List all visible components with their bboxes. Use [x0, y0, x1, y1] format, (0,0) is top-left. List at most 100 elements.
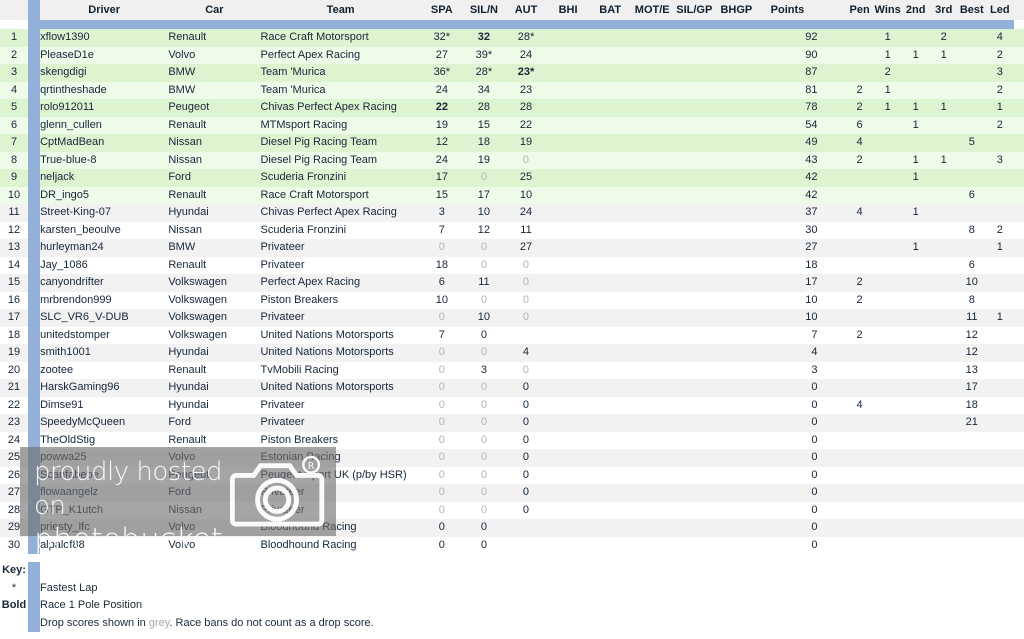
table-row[interactable]: 17 SLC_VR6_V-DUB Volkswagen Privateer 0 10 0 10… [0, 309, 1024, 327]
row-car: Nissan [168, 501, 261, 519]
row-score-bhgp [715, 291, 758, 309]
header-round-mot-e[interactable]: MOT/E [631, 0, 674, 20]
row-tail [1013, 431, 1024, 449]
row-car: Renault [168, 116, 261, 134]
header-round-aut[interactable]: AUT [504, 0, 548, 20]
row-score-spa: 0 [420, 309, 463, 327]
row-team: TvMobili Racing [260, 361, 421, 379]
table-row[interactable]: 27 flowaangelz Ford Privateer 0 0 0 0 [0, 484, 1024, 502]
table-row[interactable]: 10 DR_ingo5 Renault Race Craft Motorsport 15… [0, 186, 1024, 204]
header-round-bhi[interactable]: BHI [547, 0, 590, 20]
table-row[interactable]: 15 canyondrifter Volkswagen Perfect Apex Ra… [0, 274, 1024, 292]
header-stat-2nd[interactable]: 2nd [901, 0, 930, 20]
row-points: 0 [757, 466, 818, 484]
row-score-bhgp [715, 116, 758, 134]
key-gutter-cell [28, 562, 40, 580]
row-position: 3 [0, 64, 29, 82]
row-gutter [28, 309, 41, 327]
row-score-mot-e [631, 536, 674, 554]
row-score-bat [589, 239, 632, 257]
row-score-sil-gp [673, 99, 716, 117]
band-cell [0, 20, 29, 29]
table-row[interactable]: 16 mrbrendon999 Volkswagen Piston Breakers 1… [0, 291, 1024, 309]
row-score-bhi [547, 466, 590, 484]
row-score-aut [504, 519, 548, 537]
row-stat-2nd [901, 134, 930, 152]
row-spacer [817, 46, 846, 64]
table-row[interactable]: 8 True-blue-8 Nissan Diesel Pig Racing Team… [0, 151, 1024, 169]
table-row[interactable]: 20 zootee Renault TvMobili Racing 0 3 0 3 13 [0, 361, 1024, 379]
table-row[interactable]: 4 qrtintheshade BMW Team 'Murica 24 34 23 81 2 1 2 [0, 81, 1024, 99]
row-stat-3rd [929, 309, 958, 327]
table-row[interactable]: 24 TheOldStig Renault Piston Breakers 0 0 0 0 [0, 431, 1024, 449]
row-score-aut: 0 [504, 256, 548, 274]
row-score-mot-e [631, 221, 674, 239]
row-points: 0 [757, 396, 818, 414]
table-row[interactable]: 19 smith1001 Hyundai United Nations Motorsp… [0, 344, 1024, 362]
row-stat-best [957, 519, 986, 537]
table-row[interactable]: 22 Dimse91 Hyundai Privateer 0 0 0 0 4 18 [0, 396, 1024, 414]
row-team: MTMsport Racing [260, 116, 421, 134]
table-row[interactable]: 28 GTP_K1utch Nissan Privateer 0 0 0 0 [0, 501, 1024, 519]
table-row[interactable]: 5 rolo912011 Peugeot Chivas Perfect Apex Ra… [0, 99, 1024, 117]
row-score-sil-gp [673, 361, 716, 379]
header-stat-pen[interactable]: Pen [845, 0, 874, 20]
row-score-bat [589, 221, 632, 239]
table-row[interactable]: 26 Scanfabebe Peugeot Peugeot Sport UK (p/b… [0, 466, 1024, 484]
row-stat-3rd [929, 64, 958, 82]
row-stat-best [957, 536, 986, 554]
table-row[interactable]: 9 neljack Ford Scuderia Fronzini 17 0 25 42 1 [0, 169, 1024, 187]
row-score-sil-gp [673, 326, 716, 344]
table-row[interactable]: 12 karsten_beoulve Nissan Scuderia Fronzini… [0, 221, 1024, 239]
header-stat-led[interactable]: Led [985, 0, 1014, 20]
table-row[interactable]: 2 PleaseD1e Volvo Perfect Apex Racing 27 39* 2… [0, 46, 1024, 64]
table-row[interactable]: 30 alpalof88 Volvo Bloodhound Racing 0 0 0 [0, 536, 1024, 554]
row-score-mot-e [631, 501, 674, 519]
row-score-sil-n: 0 [462, 484, 505, 502]
row-gutter [28, 274, 41, 292]
row-score-aut: 0 [504, 449, 548, 467]
row-stat-pen: 2 [845, 291, 874, 309]
header-points[interactable]: Points [757, 0, 818, 20]
row-driver-name: rolo912011 [40, 99, 169, 117]
header-round-spa[interactable]: SPA [420, 0, 463, 20]
header-driver[interactable]: Driver [40, 0, 169, 20]
table-row[interactable]: 29 priesty_lfc Volvo Bloodhound Racing 0 0 0 [0, 519, 1024, 537]
row-score-bat [589, 116, 632, 134]
table-row[interactable]: 23 SpeedyMcQueen Ford Privateer 0 0 0 0 21 [0, 414, 1024, 432]
row-spacer [817, 256, 846, 274]
row-score-bhi [547, 81, 590, 99]
table-row[interactable]: 21 HarskGaming96 Hyundai United Nations Mot… [0, 379, 1024, 397]
table-row[interactable]: 6 glenn_cullen Renault MTMsport Racing 19 15 2… [0, 116, 1024, 134]
row-driver-name: flowaangelz [40, 484, 169, 502]
row-score-spa: 0 [420, 449, 463, 467]
row-tail [1013, 151, 1024, 169]
row-team: Race Craft Motorsport [260, 29, 421, 47]
table-row[interactable]: 18 unitedstomper Volkswagen United Nations … [0, 326, 1024, 344]
row-score-aut: 0 [504, 466, 548, 484]
row-gutter [28, 46, 41, 64]
header-round-bhgp[interactable]: BHGP [715, 0, 758, 20]
header-car[interactable]: Car [168, 0, 261, 20]
header-stat-3rd[interactable]: 3rd [929, 0, 958, 20]
header-round-sil-gp[interactable]: SIL/GP [673, 0, 716, 20]
table-row[interactable]: 7 CptMadBean Nissan Diesel Pig Racing Team 1… [0, 134, 1024, 152]
table-row[interactable]: 11 Street-King-07 Hyundai Chivas Perfect Ap… [0, 204, 1024, 222]
header-stat-wins[interactable]: Wins [873, 0, 902, 20]
table-row[interactable]: 13 hurleyman24 BMW Privateer 0 0 27 27 1 1 [0, 239, 1024, 257]
row-score-bat [589, 519, 632, 537]
row-team: Diesel Pig Racing Team [260, 134, 421, 152]
row-car: Volvo [168, 536, 261, 554]
header-team[interactable]: Team [260, 0, 421, 20]
row-stat-2nd [901, 186, 930, 204]
table-row[interactable]: 3 skengdigi BMW Team 'Murica 36* 28* 23* 87 2 3 [0, 64, 1024, 82]
header-round-bat[interactable]: BAT [589, 0, 632, 20]
row-stat-led [985, 379, 1014, 397]
header-round-sil-n[interactable]: SIL/N [462, 0, 505, 20]
row-score-bhgp [715, 414, 758, 432]
table-row[interactable]: 14 Jay_1086 Renault Privateer 18 0 0 18 6 [0, 256, 1024, 274]
table-row[interactable]: 25 powwa25 Volvo Estonian Racing 0 0 0 0 [0, 449, 1024, 467]
table-row[interactable]: 1 xflow1390 Renault Race Craft Motorsport 32… [0, 29, 1024, 47]
header-stat-best[interactable]: Best [957, 0, 986, 20]
row-team: Team 'Murica [260, 64, 421, 82]
